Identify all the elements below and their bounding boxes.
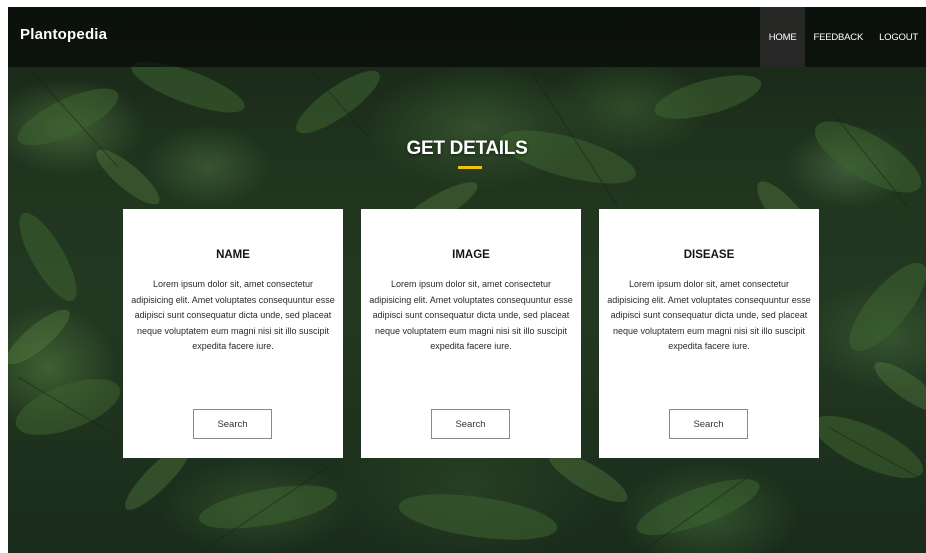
nav-logout[interactable]: LOGOUT <box>871 7 926 67</box>
card-description: Lorem ipsum dolor sit, amet consectetur … <box>369 279 573 351</box>
card-heading: DISEASE <box>683 249 735 261</box>
card-description: Lorem ipsum dolor sit, amet consectetur … <box>131 279 335 351</box>
nav-home[interactable]: HOME <box>759 7 806 67</box>
nav-feedback[interactable]: FEEDBACK <box>805 7 871 67</box>
card-disease: DISEASE Lorem ipsum dolor sit, amet cons… <box>599 209 819 458</box>
nav-links: HOME FEEDBACK LOGOUT <box>759 7 926 67</box>
navbar: Plantopedia HOME FEEDBACK LOGOUT <box>8 7 926 67</box>
card-heading: IMAGE <box>452 249 490 261</box>
card-heading: NAME <box>216 249 250 261</box>
card-image: IMAGE Lorem ipsum dolor sit, amet consec… <box>361 209 581 458</box>
title-underline <box>458 166 482 169</box>
hero-background: Plantopedia HOME FEEDBACK LOGOUT GET DET… <box>8 7 926 553</box>
card-name: NAME Lorem ipsum dolor sit, amet consect… <box>123 209 343 458</box>
disease-search-button[interactable]: Search <box>669 409 748 439</box>
card-description: Lorem ipsum dolor sit, amet consectetur … <box>607 279 811 351</box>
image-search-button[interactable]: Search <box>431 409 510 439</box>
section-title: GET DETAILS <box>406 138 528 159</box>
brand-logo[interactable]: Plantopedia <box>20 26 107 43</box>
name-search-button[interactable]: Search <box>193 409 272 439</box>
